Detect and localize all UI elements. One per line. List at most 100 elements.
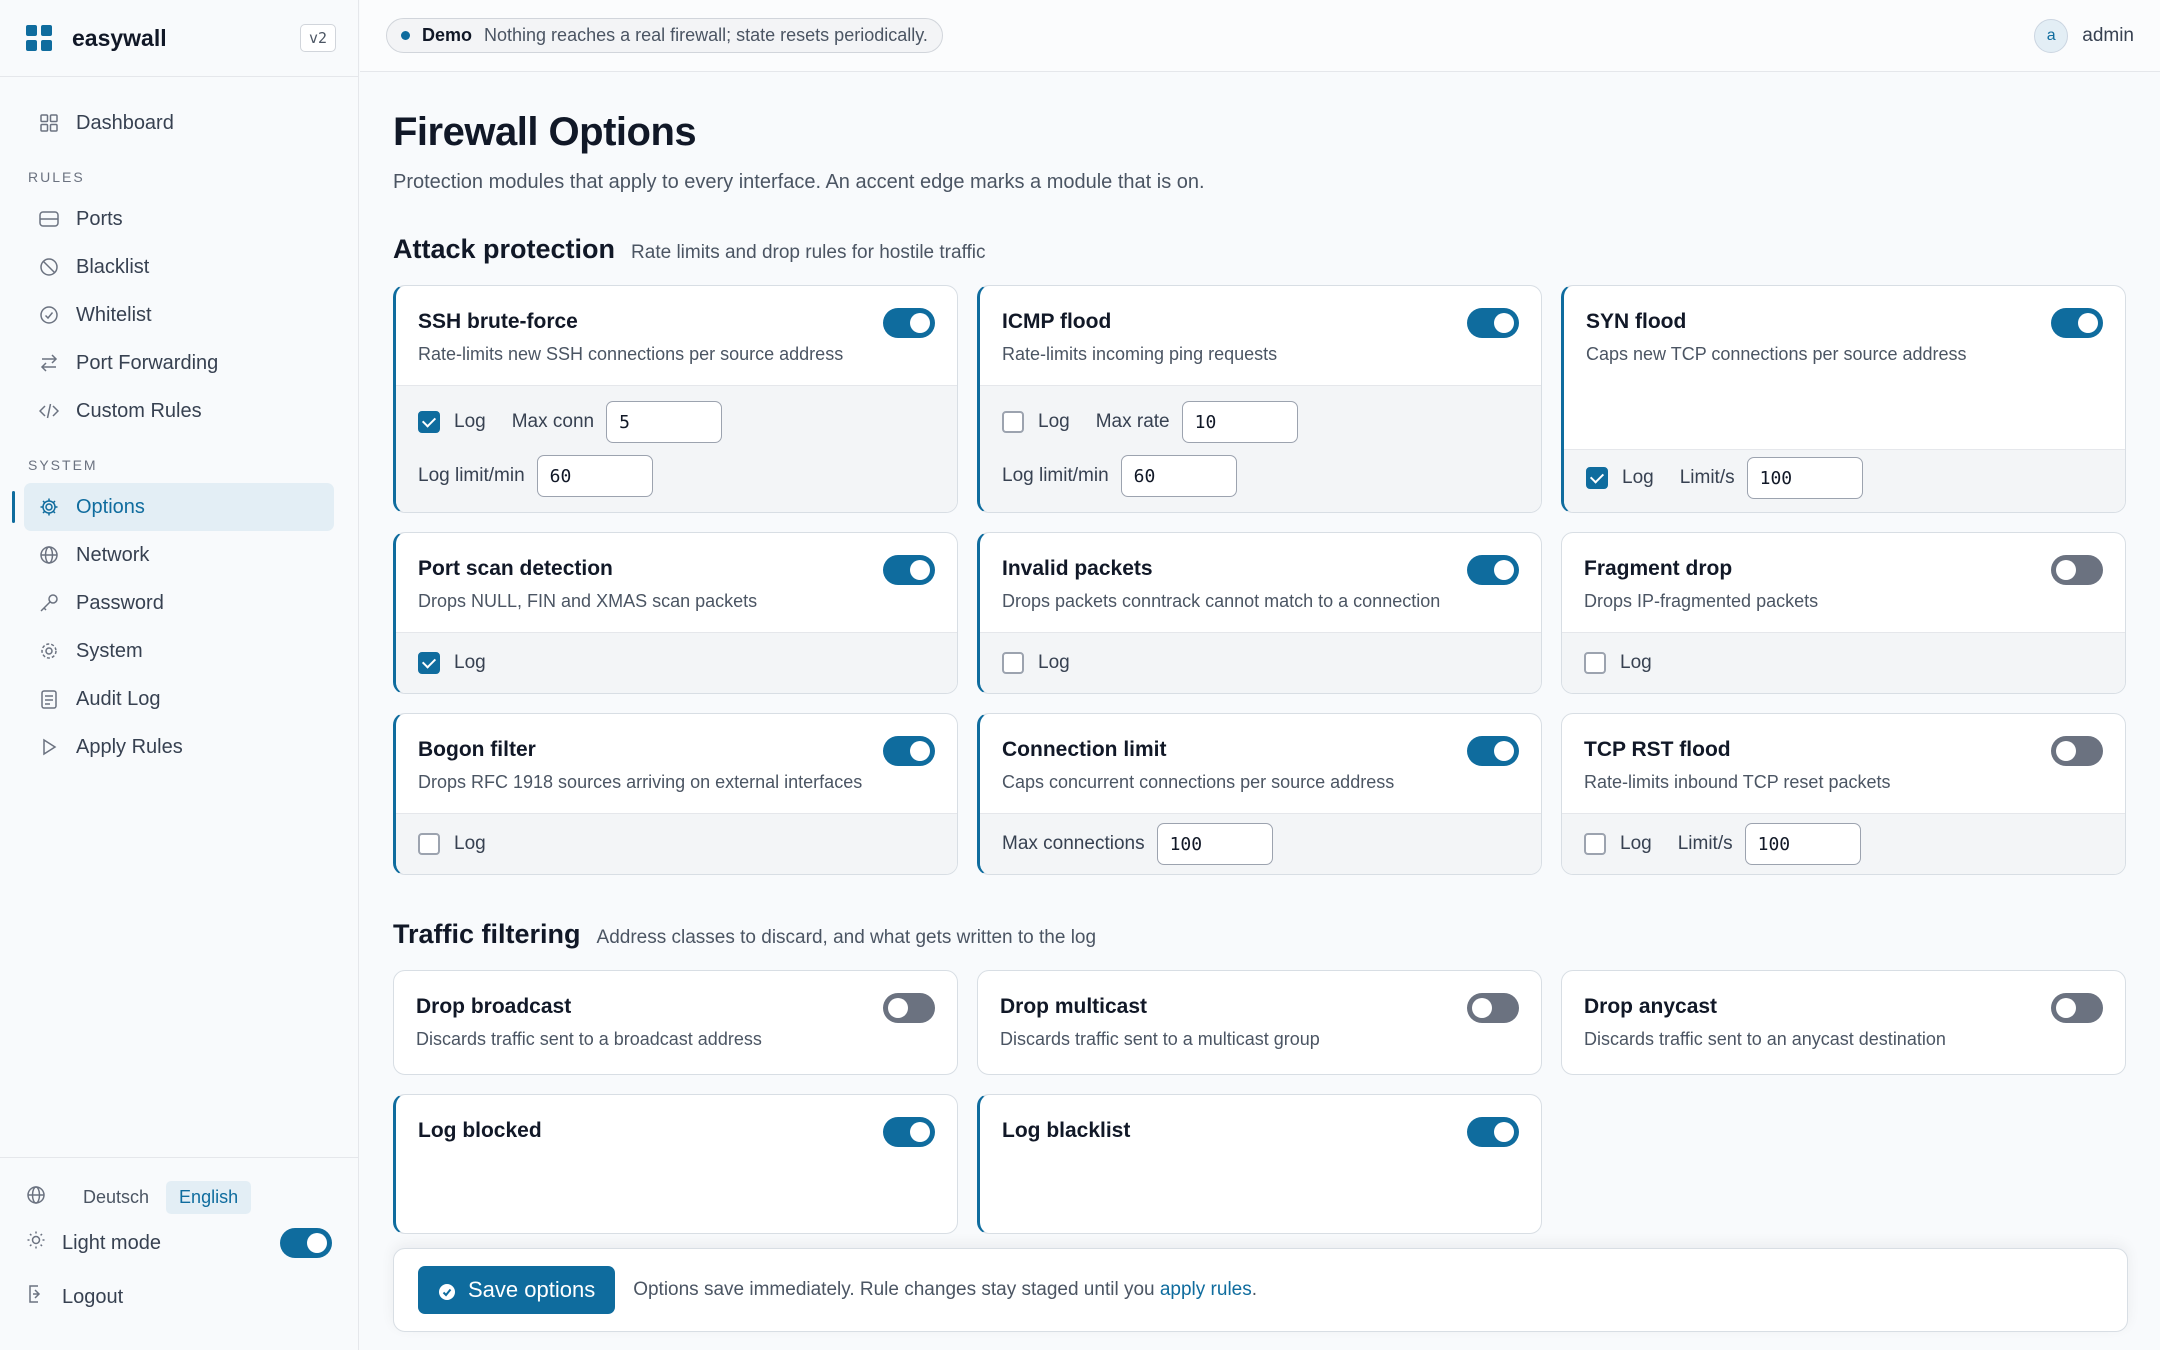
page-title: Firewall Options	[393, 110, 697, 154]
version-badge: v2	[299, 24, 336, 52]
module-toggle-log-blacklist[interactable]	[1467, 1117, 1519, 1147]
module-title: Bogon filter	[418, 738, 536, 761]
log-label: Log	[454, 652, 486, 673]
sidebar-item-blacklist[interactable]: Blacklist	[24, 243, 334, 291]
module-title: Drop multicast	[1000, 995, 1148, 1018]
sun-icon	[26, 1230, 48, 1256]
avatar[interactable]: a	[2034, 18, 2069, 53]
max-connections-label: Max connections	[1002, 833, 1145, 854]
section-subtitle: Address classes to discard, and what get…	[596, 927, 1097, 948]
module-toggle-fragment[interactable]	[2051, 555, 2103, 585]
module-toggle-portscan[interactable]	[883, 555, 935, 585]
sidebar-item-apply-rules[interactable]: Apply Rules	[24, 723, 334, 771]
sidebar-item-network[interactable]: Network	[24, 531, 334, 579]
max-connections-input[interactable]	[1156, 823, 1273, 865]
sidebar-item-system[interactable]: System	[24, 627, 334, 675]
log-label: Log	[454, 833, 486, 854]
sidebar: easywall v2 Dashboard RULES Ports Blackl…	[0, 0, 359, 1350]
sidebar-item-custom-rules[interactable]: Custom Rules	[24, 387, 334, 435]
section-traffic-header: Traffic filtering Address classes to dis…	[393, 919, 2128, 950]
log-limit-input[interactable]	[1120, 455, 1237, 497]
sidebar-item-audit-log[interactable]: Audit Log	[24, 675, 334, 723]
sidebar-item-password[interactable]: Password	[24, 579, 334, 627]
module-toggle-invalid[interactable]	[1467, 555, 1519, 585]
user-name[interactable]: admin	[2082, 25, 2134, 47]
log-label: Log	[454, 411, 486, 432]
logout-icon	[26, 1284, 48, 1310]
log-checkbox-fragment[interactable]	[1584, 652, 1606, 674]
log-label: Log	[1620, 652, 1652, 673]
light-mode-toggle[interactable]	[280, 1228, 332, 1258]
log-checkbox-invalid[interactable]	[1002, 652, 1024, 674]
cog-icon	[38, 640, 60, 662]
module-toggle-broadcast[interactable]	[883, 993, 935, 1023]
section-title: Traffic filtering	[393, 919, 581, 949]
log-checkbox-rst[interactable]	[1584, 833, 1606, 855]
log-label: Log	[1038, 411, 1070, 432]
log-label: Log	[1622, 467, 1654, 488]
module-toggle-bogon[interactable]	[883, 736, 935, 766]
module-description: Caps new TCP connections per source addr…	[1586, 344, 1967, 364]
attack-grid: SSH brute-force Rate-limits new SSH conn…	[393, 285, 2128, 875]
module-card-syn-flood: SYN flood Caps new TCP connections per s…	[1561, 285, 2126, 513]
log-checkbox-ssh[interactable]	[418, 411, 440, 433]
module-card-icmp-flood: ICMP flood Rate-limits incoming ping req…	[977, 285, 1542, 513]
sidebar-item-port-forwarding[interactable]: Port Forwarding	[24, 339, 334, 387]
module-title: Log blacklist	[1002, 1119, 1131, 1142]
module-toggle-multicast[interactable]	[1467, 993, 1519, 1023]
module-toggle-anycast[interactable]	[2051, 993, 2103, 1023]
status-dot-icon	[401, 31, 410, 40]
module-card-log-blocked: Log blocked	[393, 1094, 958, 1234]
module-title: SYN flood	[1586, 310, 1687, 333]
module-title: Connection limit	[1002, 738, 1167, 761]
save-options-button[interactable]: Save options	[418, 1266, 616, 1314]
sidebar-item-label: Dashboard	[76, 111, 174, 134]
log-checkbox-icmp[interactable]	[1002, 411, 1024, 433]
module-description: Discards traffic sent to an anycast dest…	[1584, 1029, 1946, 1049]
apply-rules-link[interactable]: apply rules	[1160, 1279, 1252, 1300]
check-circle-icon	[438, 1281, 456, 1300]
sidebar-item-whitelist[interactable]: Whitelist	[24, 291, 334, 339]
module-card-drop-multicast: Drop multicast Discards traffic sent to …	[977, 970, 1542, 1075]
grid-icon	[38, 112, 60, 134]
limit-label: Limit/s	[1677, 833, 1733, 854]
max-rate-input[interactable]	[1181, 401, 1298, 443]
sidebar-item-dashboard[interactable]: Dashboard	[24, 99, 334, 147]
log-checkbox-portscan[interactable]	[418, 652, 440, 674]
module-toggle-ssh[interactable]	[883, 308, 935, 338]
page-subtitle: Protection modules that apply to every i…	[393, 171, 1205, 193]
logout-button[interactable]: Logout	[26, 1270, 332, 1324]
module-toggle-log-blocked[interactable]	[883, 1117, 935, 1147]
sidebar-item-label: Password	[76, 591, 164, 614]
log-checkbox-syn[interactable]	[1586, 467, 1608, 489]
module-toggle-icmp[interactable]	[1467, 308, 1519, 338]
sidebar-item-ports[interactable]: Ports	[24, 195, 334, 243]
module-toggle-rst[interactable]	[2051, 736, 2103, 766]
log-label: Log	[1620, 833, 1652, 854]
brand: easywall v2	[0, 0, 358, 77]
module-card-invalid-packets: Invalid packets Drops packets conntrack …	[977, 532, 1542, 694]
max-conn-input[interactable]	[606, 401, 723, 443]
save-note: Options save immediately. Rule changes s…	[633, 1279, 1257, 1301]
log-limit-input[interactable]	[536, 455, 653, 497]
module-toggle-syn[interactable]	[2051, 308, 2103, 338]
sidebar-item-label: Blacklist	[76, 255, 150, 278]
limit-input[interactable]	[1746, 457, 1863, 499]
sidebar-item-label: Options	[76, 495, 145, 518]
module-description: Drops IP-fragmented packets	[1584, 591, 1819, 611]
limit-input[interactable]	[1744, 823, 1861, 865]
key-icon	[38, 592, 60, 614]
log-checkbox-bogon[interactable]	[418, 833, 440, 855]
module-description: Caps concurrent connections per source a…	[1002, 772, 1395, 792]
lang-option-english[interactable]: English	[166, 1180, 252, 1214]
check-circle-icon	[38, 304, 60, 326]
module-toggle-connlimit[interactable]	[1467, 736, 1519, 766]
module-description: Rate-limits inbound TCP reset packets	[1584, 772, 1891, 792]
sidebar-item-options[interactable]: Options	[12, 483, 334, 531]
lang-option-deutsch[interactable]: Deutsch	[70, 1181, 162, 1214]
save-note-period: .	[1251, 1279, 1258, 1300]
log-label: Log	[1038, 652, 1070, 673]
language-switcher: Deutsch English	[26, 1178, 332, 1216]
module-card-tcp-rst-flood: TCP RST flood Rate-limits inbound TCP re…	[1561, 713, 2126, 875]
module-title: Log blocked	[418, 1119, 542, 1142]
